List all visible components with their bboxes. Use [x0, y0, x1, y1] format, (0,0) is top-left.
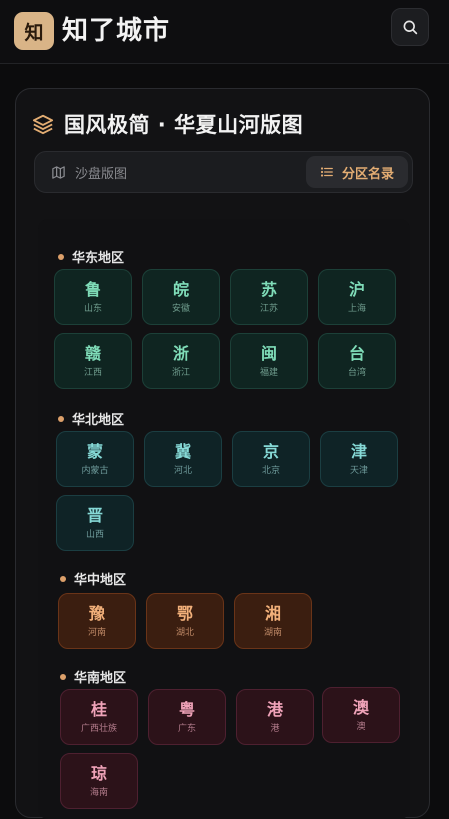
- province-tile[interactable]: 港 港: [236, 689, 314, 745]
- province-char: 冀: [174, 441, 191, 461]
- province-char: 鄂: [176, 603, 193, 623]
- view-switcher: 沙盘版图 分区名录: [34, 151, 413, 193]
- region-dot: [60, 673, 66, 680]
- province-char: 湘: [264, 603, 281, 623]
- card-header: 国风极简 · 华夏山河版图: [32, 109, 303, 139]
- region-heading: 华北地区: [58, 409, 124, 428]
- province-char: 晋: [86, 505, 103, 525]
- app-title: 知了城市: [62, 16, 171, 46]
- province-char: 苏: [260, 279, 277, 299]
- province-char: 浙: [172, 343, 189, 363]
- layers-icon: [32, 114, 54, 135]
- province-char: 粤: [178, 699, 195, 719]
- top-bar: 知 知了城市: [0, 0, 449, 64]
- region-dot: [58, 415, 64, 422]
- province-char: 台: [348, 343, 365, 363]
- card-title: 国风极简 · 华夏山河版图: [64, 113, 304, 137]
- province-char: 沪: [348, 279, 365, 299]
- province-char: 津: [350, 441, 367, 461]
- province-name: 港: [270, 723, 280, 734]
- map-icon: [52, 165, 65, 179]
- region-name: 华南地区: [74, 671, 127, 686]
- province-tile[interactable]: 台 台湾: [318, 333, 396, 389]
- province-name: 山东: [83, 303, 102, 314]
- province-tile[interactable]: 琼 海南: [60, 753, 138, 809]
- province-char: 蒙: [86, 441, 103, 461]
- map-card: 国风极简 · 华夏山河版图 沙盘版图 分区名录 华东地区 鲁 山东 皖 安徽 苏…: [15, 88, 430, 819]
- region-heading: 华南地区: [60, 667, 126, 686]
- province-tile[interactable]: 浙 浙江: [142, 333, 220, 389]
- province-name: 江苏: [259, 303, 278, 314]
- province-name: 湖南: [263, 627, 282, 638]
- tab-list-view[interactable]: 分区名录: [306, 156, 408, 188]
- province-tile[interactable]: 澳 澳: [322, 687, 400, 743]
- province-tile[interactable]: 蒙 内蒙古: [56, 431, 134, 487]
- province-char: 皖: [172, 279, 189, 299]
- province-char: 京: [262, 441, 279, 461]
- tab-list-label: 分区名录: [341, 166, 394, 182]
- list-icon: [320, 167, 333, 177]
- province-tile[interactable]: 沪 上海: [318, 269, 396, 325]
- province-char: 港: [266, 699, 283, 719]
- province-name: 内蒙古: [81, 465, 109, 476]
- province-name: 安徽: [171, 303, 190, 314]
- search-button[interactable]: [391, 8, 429, 46]
- province-tile[interactable]: 赣 江西: [54, 333, 132, 389]
- region-name: 华北地区: [72, 413, 125, 428]
- region-dot: [60, 575, 66, 582]
- province-tile[interactable]: 苏 江苏: [230, 269, 308, 325]
- province-tile[interactable]: 津 天津: [320, 431, 398, 487]
- province-name: 澳: [356, 721, 366, 732]
- province-name: 山西: [85, 529, 104, 540]
- province-name: 江西: [83, 367, 102, 378]
- province-name: 广东: [177, 723, 196, 734]
- province-tile[interactable]: 桂 广西壮族: [60, 689, 138, 745]
- province-name: 天津: [349, 465, 368, 476]
- region-name: 华中地区: [74, 573, 127, 588]
- province-char: 闽: [260, 343, 277, 363]
- region-heading: 华中地区: [60, 569, 126, 588]
- province-name: 河南: [87, 627, 106, 638]
- region-name: 华东地区: [72, 251, 125, 266]
- tab-map-view[interactable]: 沙盘版图: [51, 152, 127, 192]
- province-tile[interactable]: 鄂 湖北: [146, 593, 224, 649]
- province-tile[interactable]: 冀 河北: [144, 431, 222, 487]
- province-name: 浙江: [171, 367, 190, 378]
- province-char: 赣: [84, 343, 101, 363]
- region-list: 华东地区 鲁 山东 皖 安徽 苏 江苏 沪 上海 赣 江西 浙 浙江 闽 福建: [38, 219, 410, 819]
- province-tile[interactable]: 晋 山西: [56, 495, 134, 551]
- province-tile[interactable]: 豫 河南: [58, 593, 136, 649]
- province-name: 广西壮族: [80, 723, 117, 734]
- province-char: 豫: [88, 603, 105, 623]
- province-tile[interactable]: 鲁 山东: [54, 269, 132, 325]
- region-heading: 华东地区: [58, 247, 124, 266]
- province-char: 鲁: [84, 279, 101, 299]
- province-name: 台湾: [347, 367, 366, 378]
- province-char: 桂: [90, 699, 107, 719]
- tab-map-label: 沙盘版图: [75, 166, 128, 182]
- province-tile[interactable]: 粤 广东: [148, 689, 226, 745]
- province-name: 福建: [259, 367, 278, 378]
- province-tile[interactable]: 皖 安徽: [142, 269, 220, 325]
- province-tile[interactable]: 京 北京: [232, 431, 310, 487]
- province-name: 湖北: [175, 627, 194, 638]
- search-icon: [403, 20, 418, 35]
- province-char: 琼: [90, 763, 107, 783]
- app-logo[interactable]: 知: [14, 12, 54, 50]
- province-name: 河北: [173, 465, 192, 476]
- province-char: 澳: [352, 697, 369, 717]
- province-name: 上海: [347, 303, 366, 314]
- region-dot: [58, 253, 64, 260]
- province-name: 海南: [89, 787, 108, 798]
- province-tile[interactable]: 湘 湖南: [234, 593, 312, 649]
- province-tile[interactable]: 闽 福建: [230, 333, 308, 389]
- province-name: 北京: [261, 465, 280, 476]
